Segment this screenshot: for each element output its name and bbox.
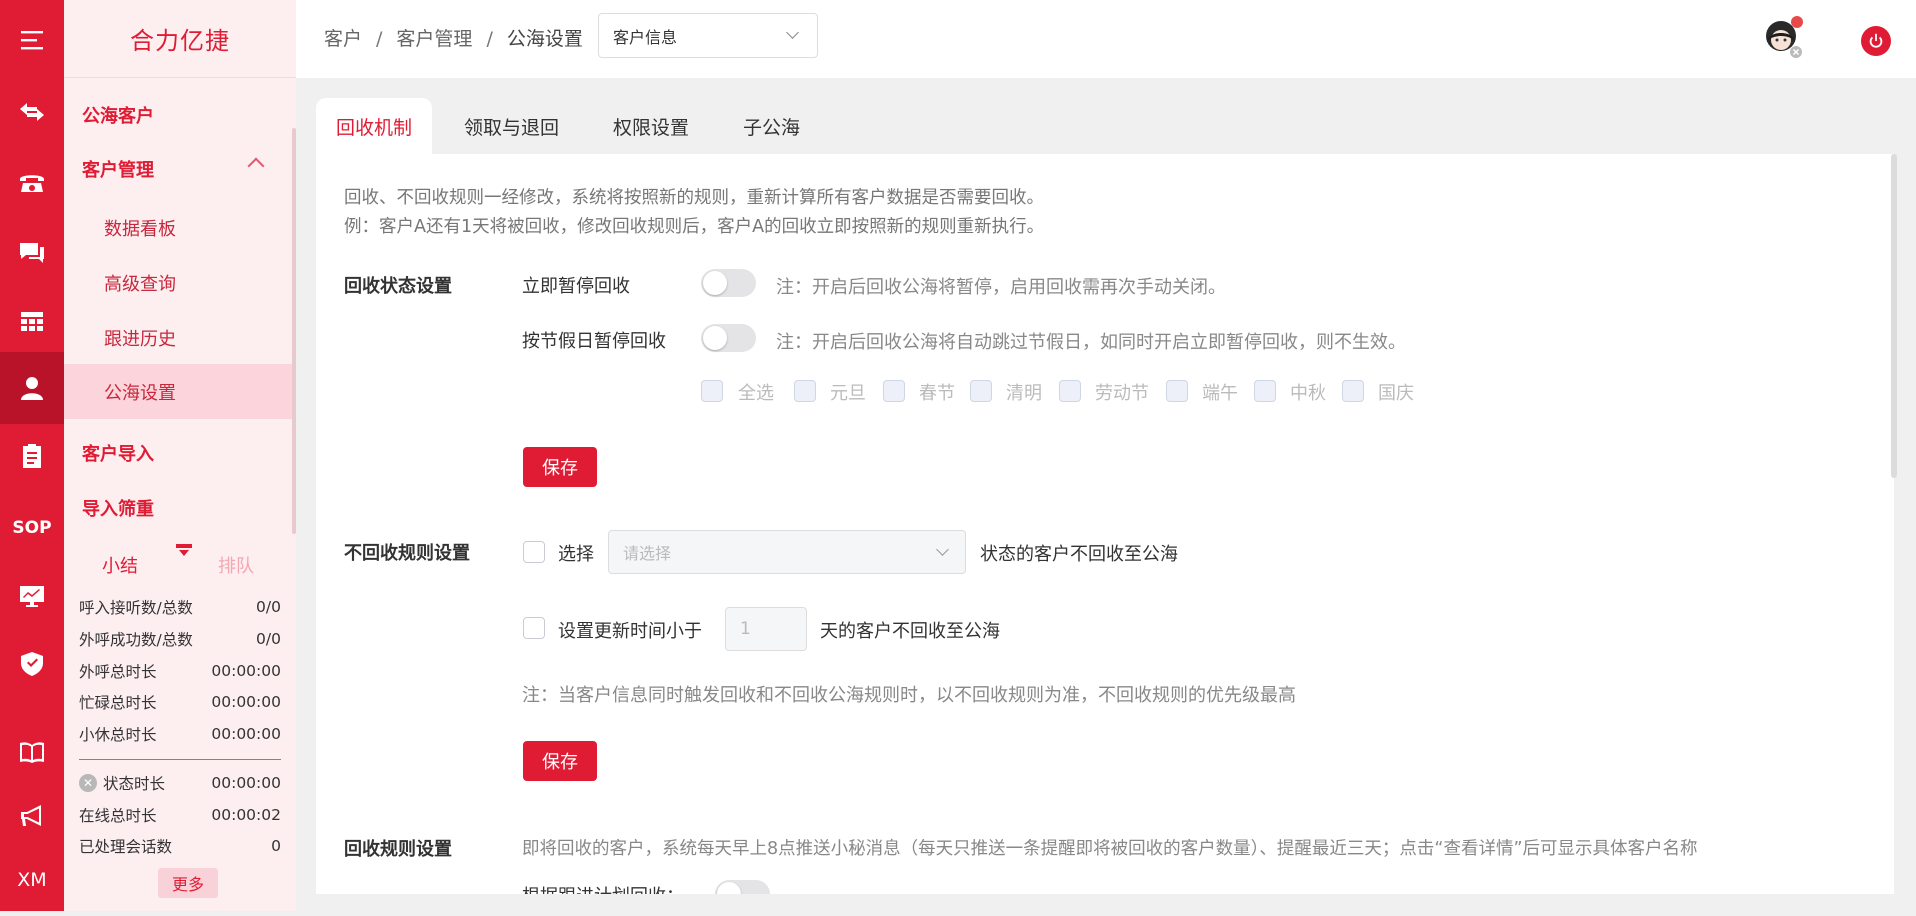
brand-logo: 合力亿捷 <box>64 0 296 78</box>
holiday-checkbox-spring[interactable] <box>883 380 905 402</box>
megaphone-icon[interactable] <box>0 780 64 852</box>
holiday-checkbox-national[interactable] <box>1342 380 1364 402</box>
rule-description: 即将回收的客户，系统每天早上8点推送小秘消息（每天只推送一条提醒即将被回收的客户… <box>522 839 1698 859</box>
update-time-suffix: 天的客户不回收至公海 <box>820 621 1000 642</box>
holiday-label-qingming: 清明 <box>1006 383 1042 404</box>
sidebar-scrollbar[interactable] <box>292 128 296 534</box>
transfer-icon[interactable] <box>0 76 64 148</box>
holiday-label-midautumn: 中秋 <box>1290 383 1326 404</box>
breadcrumb-manage[interactable]: 客户管理 <box>396 28 472 50</box>
holiday-label-spring: 春节 <box>919 383 955 404</box>
settings-panel <box>316 154 1894 894</box>
chevron-up-icon[interactable] <box>247 157 265 175</box>
breadcrumb-current: 公海设置 <box>506 28 583 50</box>
shield-icon[interactable] <box>0 628 64 700</box>
book-icon[interactable] <box>0 716 64 788</box>
more-button[interactable]: 更多 <box>158 868 218 898</box>
sidebar-item-customer-import[interactable]: 客户导入 <box>82 440 154 466</box>
power-icon[interactable] <box>1861 26 1891 56</box>
sidebar-item-import-dedupe[interactable]: 导入筛重 <box>82 495 154 521</box>
monitor-icon[interactable] <box>0 560 64 632</box>
caret-down-icon <box>179 550 189 556</box>
sidebar: 合力亿捷 公海客户 客户管理 数据看板 高级查询 跟进历史 公海设置 客户导入 … <box>64 0 296 911</box>
holiday-label: 按节假日暂停回收 <box>522 331 666 352</box>
plan-recycle-toggle[interactable] <box>715 880 770 894</box>
xm-icon[interactable]: XM <box>0 844 64 916</box>
sidebar-item-sea-settings[interactable]: 公海设置 <box>64 364 292 419</box>
sop-icon[interactable]: SOP <box>0 492 64 564</box>
stat-row: 呼入接听数/总数 0/0 <box>79 598 281 617</box>
pause-label: 立即暂停回收 <box>522 276 630 297</box>
tab-queue[interactable]: 排队 <box>218 552 254 578</box>
sidebar-item-dashboard[interactable]: 数据看板 <box>64 200 292 255</box>
close-circle-icon[interactable]: ✕ <box>79 774 97 792</box>
choose-status-checkbox[interactable] <box>523 541 545 563</box>
holiday-checkbox-newyear[interactable] <box>794 380 816 402</box>
pause-toggle[interactable] <box>701 269 756 297</box>
choose-suffix: 状态的客户不回收至公海 <box>980 544 1178 565</box>
holiday-checkbox-qingming[interactable] <box>970 380 992 402</box>
save-norecycle-button[interactable]: 保存 <box>523 741 597 781</box>
holiday-toggle[interactable] <box>701 324 756 352</box>
save-status-button[interactable]: 保存 <box>523 447 597 487</box>
stat-row-state: ✕ 状态时长 00:00:00 <box>79 768 281 798</box>
sidebar-item-public-customers[interactable]: 公海客户 <box>82 102 154 128</box>
breadcrumb: 客户 / 客户管理 / 公海设置 <box>324 28 583 50</box>
sidebar-item-follow-history[interactable]: 跟进历史 <box>64 310 292 365</box>
pause-hint: 注：开启后回收公海将暂停，启用回收需再次手动关闭。 <box>776 277 1226 298</box>
section-title-rule: 回收规则设置 <box>344 839 452 860</box>
plan-recycle-label: 根据跟进计划回收： <box>522 882 684 894</box>
stat-row: 外呼成功数/总数 0/0 <box>79 630 281 649</box>
grid-icon[interactable] <box>0 286 64 358</box>
stat-row: 外呼总时长 00:00:00 <box>79 662 281 681</box>
rule-row-clip: 根据跟进计划回收： <box>316 870 1894 894</box>
update-time-label: 设置更新时间小于 <box>558 621 702 642</box>
stat-row-handled: 已处理会话数 0 <box>79 837 281 856</box>
clipboard-icon[interactable] <box>0 420 64 492</box>
stat-row-online: 在线总时长 00:00:02 <box>79 806 281 825</box>
intro-line-1: 回收、不回收规则一经修改，系统将按照新的规则，重新计算所有客户数据是否需要回收。 <box>344 188 1044 208</box>
stat-row: 忙碌总时长 00:00:00 <box>79 693 281 712</box>
holiday-label-newyear: 元旦 <box>830 383 866 404</box>
sidebar-item-advanced-query[interactable]: 高级查询 <box>64 255 292 310</box>
holiday-label-dragon: 端午 <box>1202 383 1238 404</box>
choose-label: 选择 <box>558 544 594 565</box>
avatar[interactable] <box>1761 16 1805 60</box>
customer-icon[interactable] <box>0 352 64 424</box>
section-title-norecycle: 不回收规则设置 <box>344 543 470 564</box>
holiday-checkbox-midautumn[interactable] <box>1254 380 1276 402</box>
holiday-label-all: 全选 <box>738 383 774 404</box>
holiday-checkbox-labor[interactable] <box>1059 380 1081 402</box>
stat-row: 小休总时长 00:00:00 <box>79 725 281 744</box>
tab-claim-return[interactable]: 领取与退回 <box>464 98 559 154</box>
intro-line-2: 例：客户A还有1天将被回收，修改回收规则后，客户A的回收立即按照新的规则重新执行… <box>344 217 1045 237</box>
chat-icon[interactable] <box>0 216 64 288</box>
holiday-checkbox-dragon[interactable] <box>1166 380 1188 402</box>
tab-sub-sea[interactable]: 子公海 <box>743 98 800 154</box>
section-title-status: 回收状态设置 <box>344 276 452 297</box>
module-select[interactable]: 客户信息 <box>598 13 818 58</box>
priority-note: 注：当客户信息同时触发回收和不回收公海规则时，以不回收规则为准，不回收规则的优先… <box>522 685 1296 706</box>
tab-recycle[interactable]: 回收机制 <box>316 98 433 154</box>
top-header: 客户 / 客户管理 / 公海设置 客户信息 <box>296 0 1916 78</box>
sidebar-group-customer-manage[interactable]: 客户管理 <box>82 156 154 182</box>
breadcrumb-customer[interactable]: 客户 <box>324 28 362 50</box>
phone-icon[interactable] <box>0 146 64 218</box>
holiday-label-labor: 劳动节 <box>1095 383 1149 404</box>
content-scrollbar[interactable] <box>1891 154 1897 478</box>
days-input[interactable]: 1 <box>725 607 807 651</box>
stats-divider <box>79 759 281 760</box>
icon-rail: SOP XM <box>0 0 64 911</box>
status-select[interactable]: 请选择 <box>608 530 966 574</box>
chevron-down-icon <box>786 26 799 39</box>
chevron-down-icon <box>936 543 949 556</box>
menu-icon[interactable] <box>0 4 64 76</box>
tab-permission[interactable]: 权限设置 <box>613 98 689 154</box>
holiday-hint: 注：开启后回收公海将自动跳过节假日，如同时开启立即暂停回收，则不生效。 <box>776 332 1406 353</box>
tab-summary[interactable]: 小结 <box>102 552 138 578</box>
update-time-checkbox[interactable] <box>523 617 545 639</box>
holiday-checkbox-all[interactable] <box>701 380 723 402</box>
holiday-label-national: 国庆 <box>1378 383 1414 404</box>
stats-toggle-handle[interactable] <box>176 544 192 548</box>
